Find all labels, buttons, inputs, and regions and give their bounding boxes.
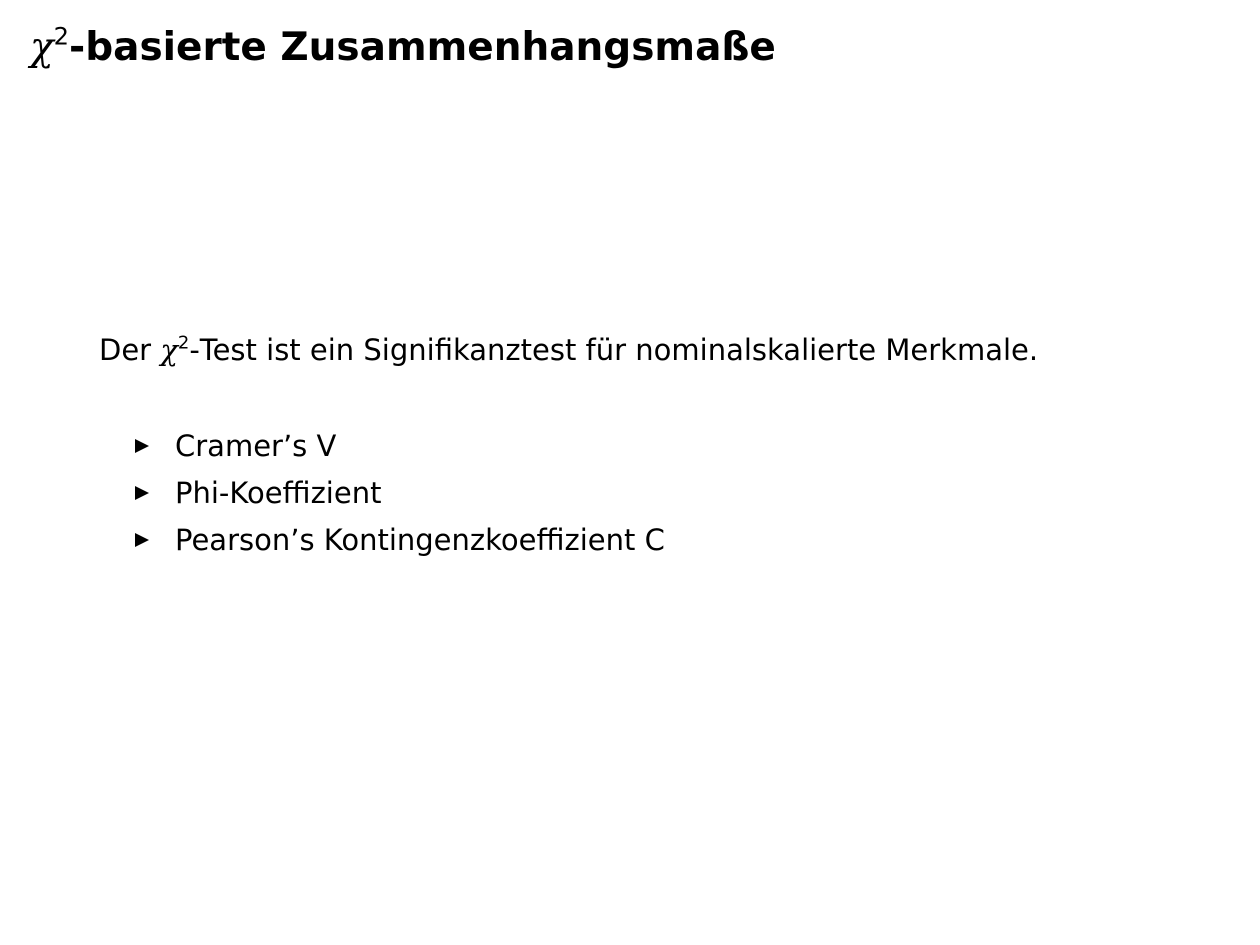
triangle-bullet-icon	[135, 485, 149, 500]
triangle-bullet-icon	[135, 438, 149, 453]
measures-list: Cramer’s V Phi-Koeffizient Pearson’s Kon…	[135, 422, 665, 563]
intro-prefix: Der	[99, 333, 161, 367]
triangle-bullet-icon	[135, 532, 149, 547]
intro-text: -Test ist ein Signifikanztest für nomina…	[189, 333, 1039, 367]
chi-symbol: χ	[160, 333, 178, 367]
list-item: Pearson’s Kontingenzkoeffizient C	[135, 516, 665, 563]
list-item-label: Phi-Koeffizient	[175, 475, 382, 510]
list-item-label: Pearson’s Kontingenzkoeffizient C	[175, 522, 665, 557]
list-item: Phi-Koeffizient	[135, 469, 665, 516]
intro-exponent: 2	[177, 332, 190, 354]
intro-sentence: Der χ2-Test ist ein Signifikanztest für …	[99, 333, 1038, 368]
chi-symbol: χ	[30, 25, 54, 70]
title-text: -basierte Zusammenhangsmaße	[69, 25, 776, 70]
list-item-label: Cramer’s V	[175, 428, 337, 463]
slide-title: χ2-basierte Zusammenhangsmaße	[30, 24, 776, 70]
list-item: Cramer’s V	[135, 422, 665, 469]
title-exponent: 2	[53, 22, 70, 51]
